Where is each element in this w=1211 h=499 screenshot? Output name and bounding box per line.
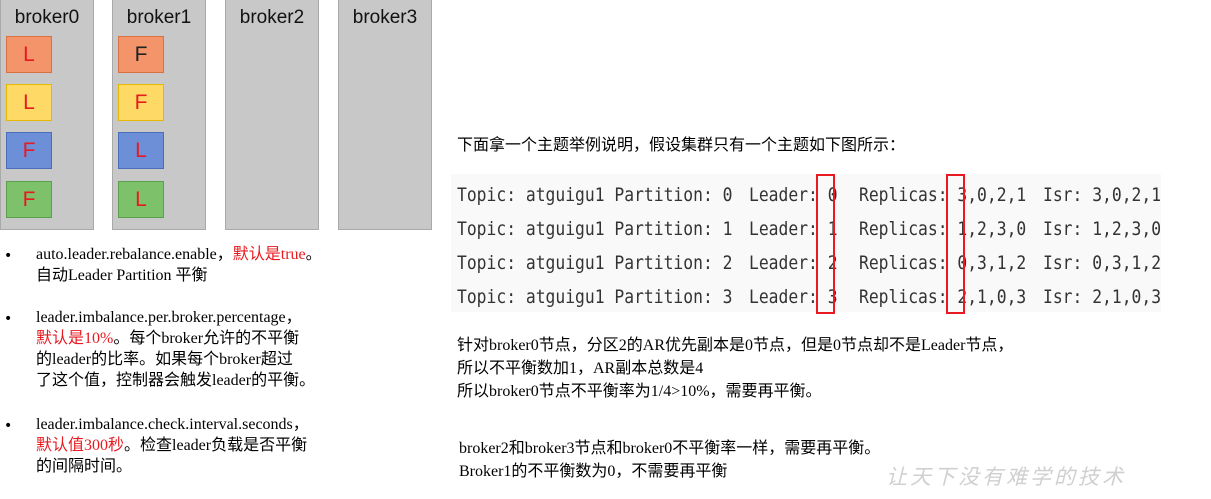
topic-row: Topic: atguigu1 Partition: 3 Leader: 3 R… (457, 280, 1161, 314)
default-value-highlight: 默认值300秒 (36, 437, 125, 454)
bullet-line: 自动Leader Partition 平衡 (36, 265, 322, 286)
topic-describe-output: Topic: atguigu1 Partition: 0 Leader: 0 R… (451, 174, 1161, 312)
bullet-text: 了这个值，控制器会触发leader的平衡。 (36, 372, 316, 389)
bullet-text: auto.leader.rebalance.enable， (36, 246, 233, 263)
broker0-partition-3: F (6, 181, 52, 218)
bullet-item-imbalance-percentage: leader.imbalance.per.broker.percentage， 默… (36, 307, 315, 391)
partition-label: F (134, 42, 148, 66)
conclusion-line: broker2和broker3节点和broker0不平衡率一样，需要再平衡。 (459, 440, 881, 457)
topic-replicas: Replicas: 1,2,3,0 (859, 218, 1027, 240)
partition-label: L (135, 187, 147, 211)
bullet-item-check-interval: leader.imbalance.check.interval.seconds，… (36, 414, 309, 477)
bullet-line: 默认是10%。每个broker允许的不平衡 (36, 328, 315, 349)
default-value-highlight: 默认是true (232, 246, 306, 263)
analysis-line: 针对broker0节点，分区2的AR优先副本是0节点，但是0节点却不是Leade… (457, 337, 1014, 354)
partition-label: L (23, 42, 35, 66)
broker3-title: broker3 (352, 7, 418, 28)
broker1-partition-2: L (118, 132, 164, 169)
broker1-partition-1: F (118, 84, 164, 121)
topic-row: Topic: atguigu1 Partition: 2 Leader: 2 R… (457, 246, 1161, 280)
bullet-text: 的leader的比率。如果每个broker超过 (36, 351, 293, 368)
bullet-text: 自动Leader Partition 平衡 (36, 267, 208, 284)
preferred-replica-highlight (946, 174, 965, 314)
topic-replicas: Replicas: 2,1,0,3 (859, 286, 1027, 308)
broker1-partition-3: L (118, 181, 164, 218)
bullet-line: 的leader的比率。如果每个broker超过 (36, 349, 315, 370)
bullet-line: 了这个值，控制器会触发leader的平衡。 (36, 370, 315, 391)
bullet-text: 。 (305, 246, 322, 263)
topic-replicas: Replicas: 0,3,1,2 (859, 252, 1027, 274)
analysis-line: 所以broker0节点不平衡率为1/4>10%，需要再平衡。 (457, 383, 822, 400)
broker1-column: broker1 F F L L (112, 0, 206, 230)
broker3-column: broker3 (338, 0, 432, 230)
broker0-partition-0: L (6, 36, 52, 73)
topic-partition: Topic: atguigu1 Partition: 2 (457, 252, 733, 274)
topic-isr: Isr: 2,1,0,3 (1043, 286, 1162, 308)
topic-isr: Isr: 0,3,1,2 (1043, 252, 1162, 274)
topic-partition: Topic: atguigu1 Partition: 1 (457, 218, 733, 240)
bullet-dot: • (4, 248, 13, 264)
topic-isr: Isr: 3,0,2,1 (1043, 184, 1162, 206)
broker0-partition-1: L (6, 84, 52, 121)
topic-partition: Topic: atguigu1 Partition: 0 (457, 184, 733, 206)
conclusion-line: Broker1的不平衡数为0，不需要再平衡 (459, 463, 728, 480)
broker2-title: broker2 (239, 7, 305, 28)
partition-label: F (134, 90, 148, 114)
intro-text: 下面拿一个主题举例说明，假设集群只有一个主题如下图所示： (457, 137, 906, 154)
broker0-title: broker0 (14, 7, 80, 28)
bullet-text: 的间隔时间。 (36, 458, 133, 475)
partition-label: F (22, 187, 36, 211)
broker2-column: broker2 (225, 0, 319, 230)
bullet-dot: • (4, 418, 13, 434)
analysis-line: 所以不平衡数加1，AR副本总数是4 (457, 360, 704, 377)
bullet-text: leader.imbalance.per.broker.percentage， (36, 309, 302, 326)
bullet-text: 。每个broker允许的不平衡 (113, 330, 300, 347)
bullet-line: leader.imbalance.per.broker.percentage， (36, 307, 315, 328)
watermark: 让天下没有难学的技术 (886, 465, 1126, 489)
partition-label: L (135, 138, 147, 162)
bullet-dot: • (4, 311, 13, 327)
bullet-line: 默认值300秒。检查leader负载是否平衡 (36, 435, 309, 456)
leader-column-highlight (816, 174, 835, 314)
default-value-highlight: 默认是10% (36, 330, 114, 347)
bullet-line: auto.leader.rebalance.enable，默认是true。 (36, 244, 322, 265)
bullet-item-rebalance-enable: auto.leader.rebalance.enable，默认是true。自动L… (36, 244, 322, 286)
topic-row: Topic: atguigu1 Partition: 1 Leader: 1 R… (457, 212, 1161, 246)
broker1-partition-0: F (118, 36, 164, 73)
bullet-line: 的间隔时间。 (36, 456, 309, 477)
broker0-partition-2: F (6, 132, 52, 169)
broker0-column: broker0 L L F F (0, 0, 94, 230)
bullet-line: leader.imbalance.check.interval.seconds， (36, 414, 309, 435)
bullet-text: leader.imbalance.check.interval.seconds， (36, 416, 309, 433)
topic-isr: Isr: 1,2,3,0 (1043, 218, 1162, 240)
partition-label: F (22, 138, 36, 162)
partition-label: L (23, 90, 35, 114)
topic-row: Topic: atguigu1 Partition: 0 Leader: 0 R… (457, 178, 1161, 212)
topic-replicas: Replicas: 3,0,2,1 (859, 184, 1027, 206)
topic-partition: Topic: atguigu1 Partition: 3 (457, 286, 733, 308)
broker1-title: broker1 (126, 7, 192, 28)
bullet-text: 。检查leader负载是否平衡 (124, 437, 308, 454)
